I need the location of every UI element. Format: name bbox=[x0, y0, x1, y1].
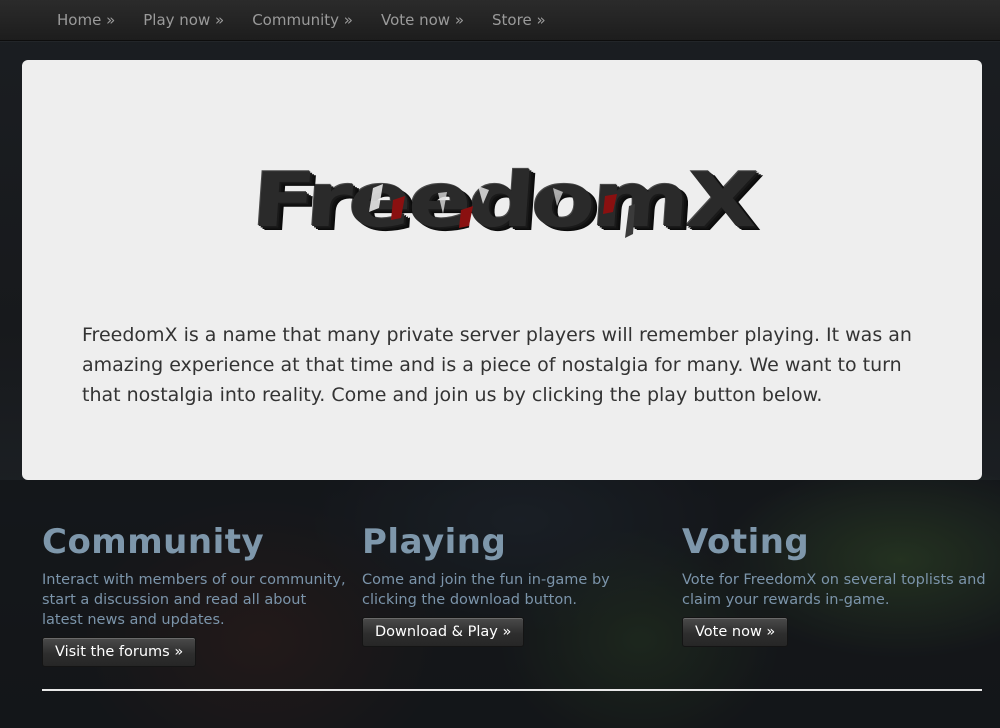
nav-community-link[interactable]: Community » bbox=[238, 0, 367, 40]
nav-play-now-link[interactable]: Play now » bbox=[129, 0, 238, 40]
freedomx-logo: FreedomX bbox=[233, 148, 773, 254]
hero-card bbox=[22, 60, 982, 480]
voting-description: Vote for FreedomX on several toplists an… bbox=[682, 572, 986, 608]
community-description: Interact with members of our community, … bbox=[42, 572, 346, 628]
nav-vote-now-link[interactable]: Vote now » bbox=[367, 0, 478, 40]
nav-store-link[interactable]: Store » bbox=[478, 0, 560, 40]
community-column: Community Interact with members of our c… bbox=[42, 520, 347, 667]
hero-description: FreedomX is a name that many private ser… bbox=[82, 324, 912, 406]
vote-now-button[interactable]: Vote now » bbox=[682, 617, 789, 647]
nav-home-link[interactable]: Home » bbox=[43, 0, 129, 40]
voting-column: Voting Vote for FreedomX on several topl… bbox=[682, 520, 987, 647]
logo-crack-marks bbox=[369, 184, 635, 238]
top-navbar: Home » Play now » Community » Vote now »… bbox=[0, 0, 1000, 41]
voting-title: Voting bbox=[682, 522, 810, 562]
footer-divider bbox=[42, 689, 982, 691]
nav-list: Home » Play now » Community » Vote now »… bbox=[43, 0, 560, 40]
playing-column: Playing Come and join the fun in-game by… bbox=[362, 520, 667, 647]
playing-description: Come and join the fun in-game by clickin… bbox=[362, 572, 610, 608]
playing-title: Playing bbox=[362, 522, 507, 562]
visit-forums-button[interactable]: Visit the forums » bbox=[42, 637, 197, 667]
community-title: Community bbox=[42, 522, 265, 562]
download-play-button[interactable]: Download & Play » bbox=[362, 617, 525, 647]
